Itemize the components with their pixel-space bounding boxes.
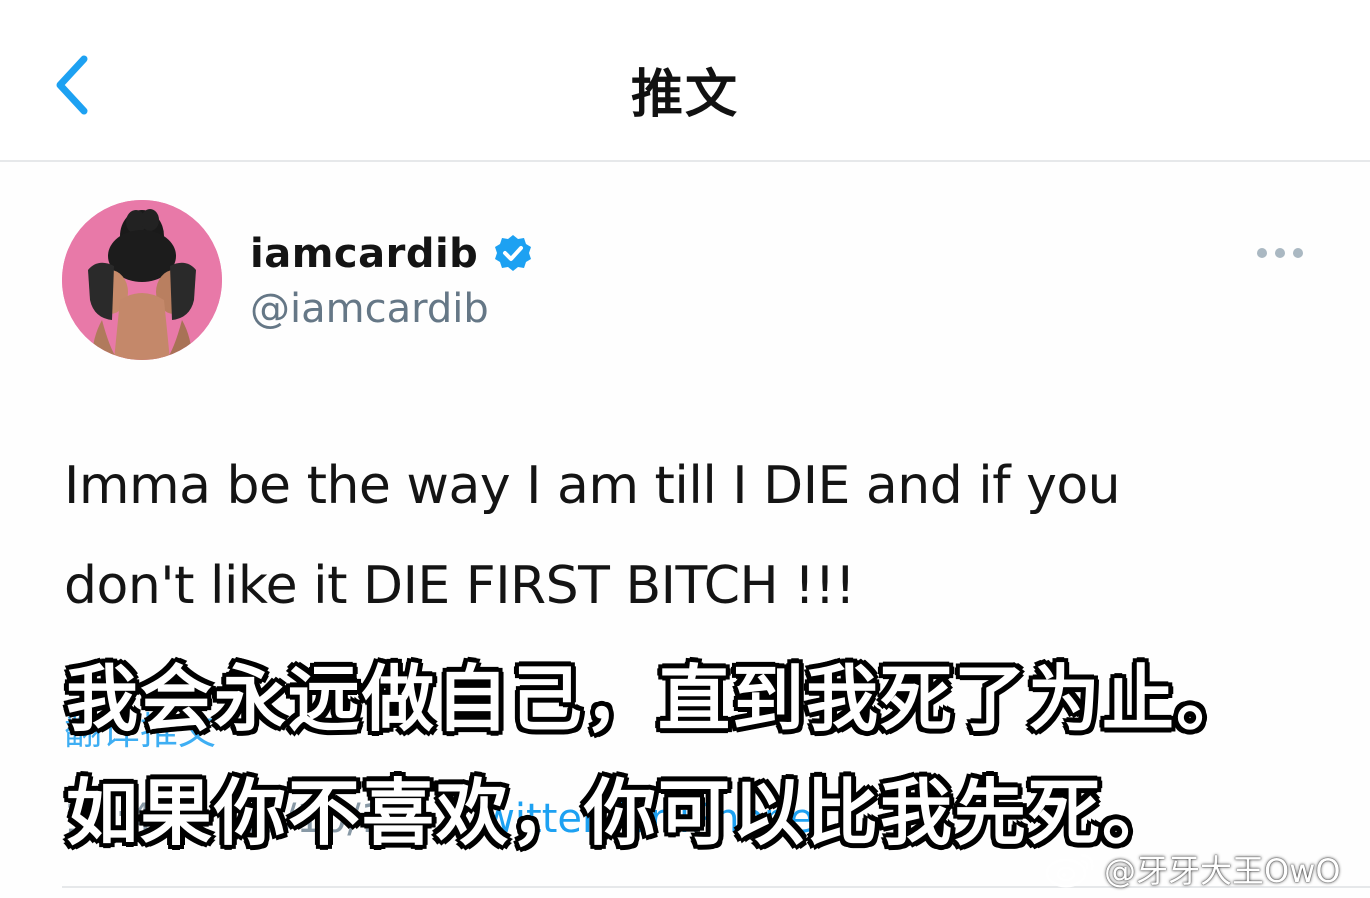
top-navigation-bar: 推文 [0,0,1370,162]
subtitle-line-1: 我会永远做自己，直到我死了为止。 [66,657,1251,741]
display-name-row[interactable]: iamcardib [250,224,534,284]
avatar[interactable] [62,200,222,360]
user-handle[interactable]: @iamcardib [250,286,489,332]
verified-badge-icon [492,233,534,275]
weibo-logo-icon [1044,849,1098,889]
tweet-text: Imma be the way I am till I DIE and if y… [64,436,1294,636]
avatar-image [62,200,222,360]
display-name: iamcardib [250,231,479,277]
watermark: @牙牙大王OwO [1044,846,1341,892]
tweet-text-line-2: don't like it DIE FIRST BITCH !!! [64,556,856,616]
watermark-text: @牙牙大王OwO [1104,852,1341,890]
tweet-text-line-1: Imma be the way I am till I DIE and if y… [64,456,1121,516]
more-options-button[interactable] [1254,240,1306,266]
page-title: 推文 [630,65,739,125]
subtitle-line-2: 如果你不喜欢，你可以比我先死。 [66,771,1177,855]
more-horizontal-icon [1257,248,1303,258]
tweet-detail-screen: 推文 iamcardib @iamcardib Imma be the way … [0,0,1370,898]
